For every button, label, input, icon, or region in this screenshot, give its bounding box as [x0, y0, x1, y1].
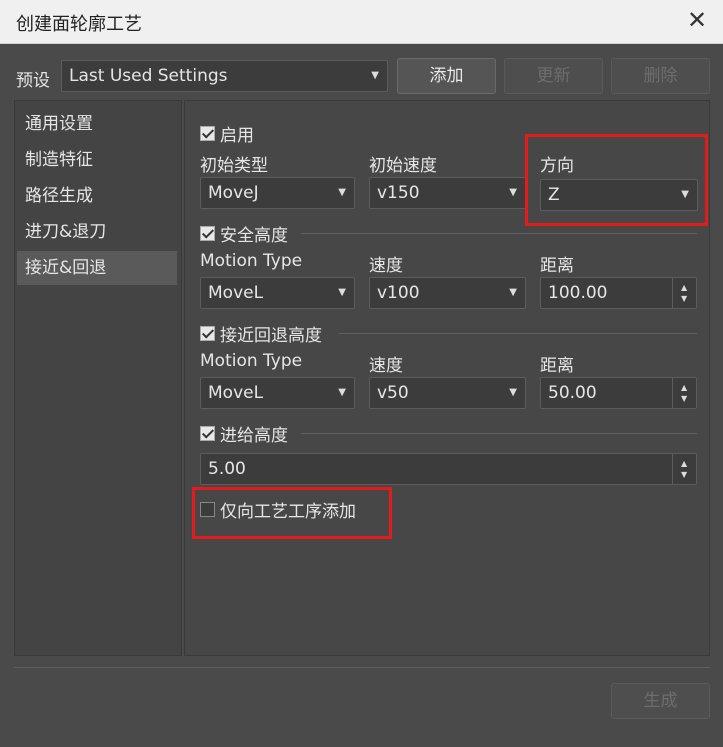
preset-label: 预设	[16, 71, 50, 91]
approach-height-checkbox[interactable]	[200, 326, 215, 341]
safe-motion-type-value: MoveL	[208, 283, 264, 303]
safe-height-label: 安全高度	[220, 226, 288, 246]
title-bar: 创建面轮廓工艺 ✕	[0, 0, 723, 44]
preset-value: Last Used Settings	[69, 66, 228, 86]
chevron-down-icon: ▼	[338, 387, 346, 398]
spin-arrows[interactable]: ▲ ▼	[672, 378, 696, 408]
safe-motion-type-select[interactable]: MoveL ▼	[200, 277, 355, 309]
safe-speed-value: v100	[377, 283, 420, 303]
feed-height-group-header: 进给高度	[200, 421, 288, 446]
footer-divider	[14, 667, 710, 668]
add-preset-button[interactable]: 添加	[397, 58, 496, 94]
only-add-label: 仅向工艺工序添加	[220, 502, 356, 522]
group-divider	[339, 333, 697, 334]
spin-arrows[interactable]: ▲ ▼	[672, 278, 696, 308]
spin-down-icon[interactable]: ▼	[681, 395, 687, 403]
window-title: 创建面轮廓工艺	[16, 14, 142, 35]
spin-up-icon[interactable]: ▲	[681, 384, 687, 392]
sidebar-item-approach[interactable]: 接近&回退	[17, 251, 177, 285]
safe-speed-select[interactable]: v100 ▼	[369, 277, 526, 309]
only-add-option: 仅向工艺工序添加	[200, 497, 356, 522]
spin-down-icon[interactable]: ▼	[681, 295, 687, 303]
safe-height-checkbox[interactable]	[200, 226, 215, 241]
preset-select[interactable]: Last Used Settings ▼	[61, 60, 388, 92]
direction-value: Z	[548, 185, 560, 205]
direction-label: 方向	[540, 156, 574, 176]
group-divider	[301, 233, 697, 234]
feed-height-spinbox[interactable]: 5.00 ▲ ▼	[200, 453, 697, 485]
only-add-checkbox[interactable]	[200, 502, 215, 517]
approach-motion-type-label: Motion Type	[200, 351, 303, 371]
approach-speed-value: v50	[377, 383, 409, 403]
feed-height-checkbox[interactable]	[200, 426, 215, 441]
delete-preset-button[interactable]: 删除	[611, 58, 710, 94]
approach-distance-spinbox[interactable]: 50.00 ▲ ▼	[540, 377, 697, 409]
approach-height-label: 接近回退高度	[220, 326, 322, 346]
chevron-down-icon: ▼	[338, 187, 346, 198]
safe-speed-label: 速度	[369, 256, 403, 276]
chevron-down-icon: ▼	[509, 387, 517, 398]
chevron-down-icon: ▼	[371, 70, 379, 81]
group-divider	[301, 433, 697, 434]
approach-distance-label: 距离	[540, 356, 574, 376]
sidebar-item-features[interactable]: 制造特征	[17, 143, 177, 177]
approach-speed-select[interactable]: v50 ▼	[369, 377, 526, 409]
sidebar: 通用设置 制造特征 路径生成 进刀&退刀 接近&回退	[14, 100, 182, 656]
feed-height-label: 进给高度	[220, 426, 288, 446]
enable-group-header: 启用	[200, 121, 254, 146]
spin-up-icon[interactable]: ▲	[681, 460, 687, 468]
chevron-down-icon: ▼	[681, 189, 689, 200]
safe-distance-spinbox[interactable]: 100.00 ▲ ▼	[540, 277, 697, 309]
dialog-body: 预设 Last Used Settings ▼ 添加 更新 删除 通用设置 制造…	[0, 44, 723, 747]
init-type-label: 初始类型	[200, 156, 268, 176]
init-speed-select[interactable]: v150 ▼	[369, 177, 526, 209]
chevron-down-icon: ▼	[509, 287, 517, 298]
safe-motion-type-label: Motion Type	[200, 251, 303, 271]
update-preset-button[interactable]: 更新	[504, 58, 603, 94]
safe-distance-value: 100.00	[548, 283, 608, 303]
approach-motion-type-select[interactable]: MoveL ▼	[200, 377, 355, 409]
approach-height-group-header: 接近回退高度	[200, 321, 322, 346]
sidebar-item-path[interactable]: 路径生成	[17, 179, 177, 213]
content-panel: 启用 初始类型 初始速度 方向 MoveJ ▼ v150 ▼ Z ▼ 安全高度 …	[184, 100, 710, 656]
generate-button[interactable]: 生成	[611, 683, 710, 719]
safe-distance-label: 距离	[540, 256, 574, 276]
approach-speed-label: 速度	[369, 356, 403, 376]
spin-up-icon[interactable]: ▲	[681, 284, 687, 292]
approach-motion-type-value: MoveL	[208, 383, 264, 403]
enable-checkbox[interactable]	[200, 126, 215, 141]
approach-distance-value: 50.00	[548, 383, 597, 403]
sidebar-item-lead[interactable]: 进刀&退刀	[17, 215, 177, 249]
spin-arrows[interactable]: ▲ ▼	[672, 454, 696, 484]
chevron-down-icon: ▼	[509, 187, 517, 198]
init-speed-label: 初始速度	[369, 156, 437, 176]
sidebar-item-general[interactable]: 通用设置	[17, 107, 177, 141]
init-type-select[interactable]: MoveJ ▼	[200, 177, 355, 209]
feed-height-value: 5.00	[208, 459, 246, 479]
safe-height-group-header: 安全高度	[200, 221, 288, 246]
init-type-value: MoveJ	[208, 183, 259, 203]
direction-select[interactable]: Z ▼	[540, 179, 698, 211]
close-icon[interactable]: ✕	[683, 6, 711, 34]
enable-label: 启用	[220, 126, 254, 146]
spin-down-icon[interactable]: ▼	[681, 471, 687, 479]
init-speed-value: v150	[377, 183, 420, 203]
chevron-down-icon: ▼	[338, 287, 346, 298]
